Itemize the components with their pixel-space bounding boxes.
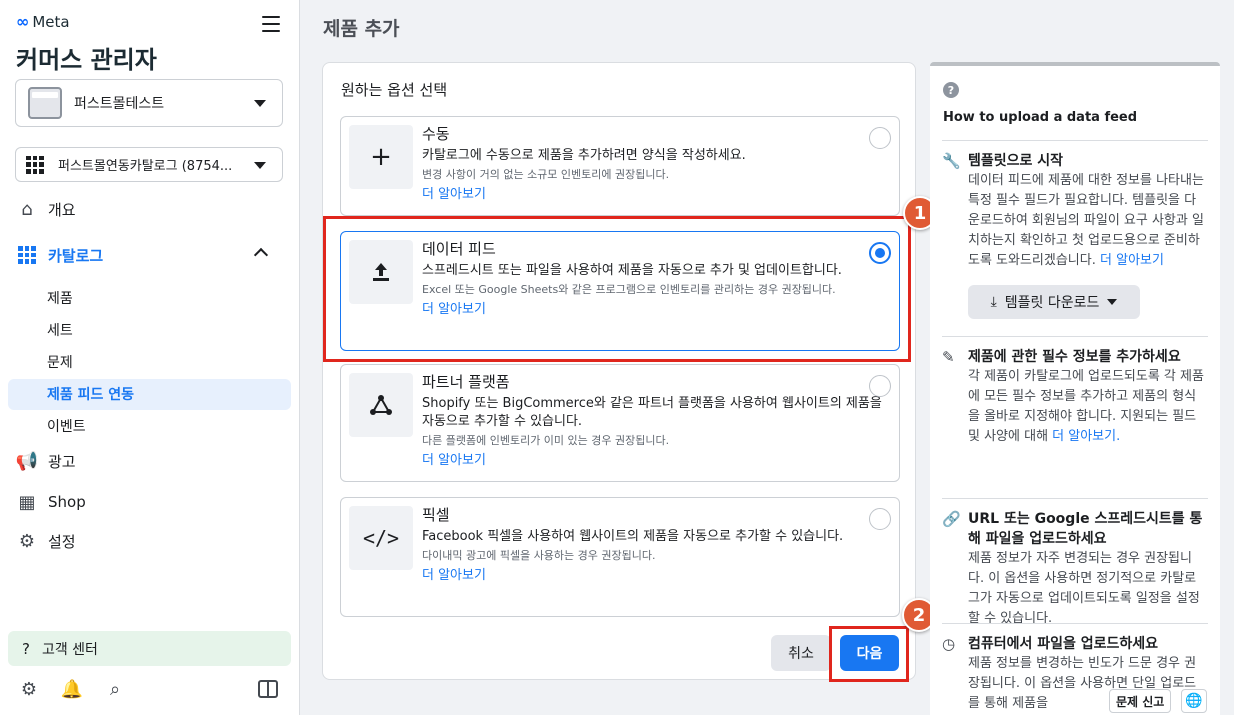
pencil-icon: ✎ [942,348,955,366]
nav-catalog[interactable]: 카탈로그 [16,244,103,266]
wrench-icon: 🔧 [942,152,961,170]
sub-item-events[interactable]: 이벤트 [47,416,86,436]
help-center-button[interactable]: ? 고객 센터 [8,631,291,666]
storefront-icon: ▦ [18,491,36,513]
option-description: Shopify 또는 BigCommerce와 같은 파트너 플랫폼을 사용하여… [422,396,882,470]
clock-icon: ◷ [942,635,956,653]
question-icon: ? [22,639,30,658]
learn-more-link[interactable]: 더 알아보기. [1052,429,1120,444]
business-selector[interactable]: 퍼스트몰테스트 [15,79,283,127]
option-pixel[interactable]: </> 픽셀 Facebook 픽셀을 사용하여 웹사이트의 제품을 자동으로 … [340,497,900,617]
help-section-required-info: ✎ 제품에 관한 필수 정보를 추가하세요 각 제품이 카탈로그에 업로드되도록… [942,336,1208,447]
learn-more-link[interactable]: 더 알아보기 [1100,253,1164,268]
option-partner-platform[interactable]: 파트너 플랫폼 Shopify 또는 BigCommerce와 같은 파트너 플… [340,364,900,482]
help-panel-title: How to upload a data feed [943,110,1138,125]
option-manual[interactable]: + 수동 카탈로그에 수동으로 제품을 추가하려면 양식을 작성하세요. 변경 … [340,116,900,216]
nav-settings[interactable]: ⚙ 설정 [16,530,76,552]
search-icon[interactable]: ⌕ [104,678,126,700]
catalog-selector[interactable]: 퍼스트몰연동카탈로그 (8754... [15,147,283,182]
template-download-button[interactable]: ⤓ 템플릿 다운로드 [968,285,1140,319]
cancel-button[interactable]: 취소 [771,635,831,671]
plus-icon: + [349,125,413,189]
sub-item-sets[interactable]: 세트 [47,320,73,340]
option-note: 다른 플랫폼에 인벤토리가 이미 있는 경우 권장됩니다. [422,434,670,447]
menu-icon[interactable] [262,16,280,32]
download-icon: ⤓ [990,294,997,310]
nav-overview[interactable]: ⌂ 개요 [16,198,75,220]
home-icon: ⌂ [21,198,33,220]
card-title: 원하는 옵션 선택 [341,81,448,99]
globe-icon[interactable]: 🌐 [1181,689,1207,713]
gear-icon: ⚙ [18,530,36,552]
option-description: 카탈로그에 수동으로 제품을 추가하려면 양식을 작성하세요. 변경 사항이 거… [422,147,882,204]
radio-pixel[interactable] [869,508,891,530]
gear-icon[interactable]: ⚙ [18,678,40,700]
sub-item-products[interactable]: 제품 [47,288,73,308]
options-card: 원하는 옵션 선택 + 수동 카탈로그에 수동으로 제품을 추가하려면 양식을 … [322,62,916,680]
radio-manual[interactable] [869,127,891,149]
nav-ads[interactable]: 📢 광고 [16,450,76,472]
learn-more-link[interactable]: 더 알아보기 [422,567,882,585]
app-title: 커머스 관리자 [16,46,157,74]
option-title: 파트너 플랫폼 [422,373,510,391]
nav-shop[interactable]: ▦ Shop [16,491,85,513]
help-panel: ? How to upload a data feed 🔧 템플릿으로 시작 데… [930,62,1220,715]
help-section-template: 🔧 템플릿으로 시작 데이터 피드에 제품에 대한 정보를 나타내는 특정 필수… [942,140,1208,319]
catalog-name: 퍼스트몰연동카탈로그 (8754... [58,159,233,174]
help-section-url-upload: 🔗 URL 또는 Google 스프레드시트를 통해 파일을 업로드하세요 제품… [942,498,1208,629]
option-title: 수동 [422,125,450,143]
page-title: 제품 추가 [323,18,400,40]
meta-logo[interactable]: ∞ Meta [16,12,70,31]
option-description: Facebook 픽셀을 사용하여 웹사이트의 제품을 자동으로 추가할 수 있… [422,528,882,585]
business-name: 퍼스트몰테스트 [74,96,165,112]
chevron-up-icon[interactable] [253,247,269,263]
option-note: 변경 사항이 거의 없는 소규모 인벤토리에 권장됩니다. [422,168,670,181]
caret-down-icon [254,100,266,107]
meta-infinity-icon: ∞ [16,12,30,31]
annotation-box-2 [829,626,909,682]
bell-icon[interactable]: 🔔 [61,678,83,700]
radio-partner-platform[interactable] [869,375,891,397]
caret-down-icon [1107,299,1118,305]
bottom-toolbar: ⚙ 🔔 ⌕ [18,678,126,700]
option-note: 다이내믹 광고에 픽셀을 사용하는 경우 권장됩니다. [422,549,656,562]
option-title: 픽셀 [422,506,450,524]
learn-more-link[interactable]: 더 알아보기 [422,452,882,470]
question-icon[interactable]: ? [943,82,959,98]
code-icon: </> [349,506,413,570]
grid-icon [26,155,44,174]
sidebar: ∞ Meta 커머스 관리자 퍼스트몰테스트 퍼스트몰연동카탈로그 (8754.… [0,0,300,715]
brand-name: Meta [32,12,70,31]
panel-toggle-icon[interactable] [258,680,278,698]
sub-item-data-sources[interactable]: 제품 피드 연동 [47,384,134,404]
report-problem-button[interactable]: 문제 신고 [1109,689,1172,713]
business-icon [28,87,62,119]
link-icon: 🔗 [942,510,961,528]
learn-more-link[interactable]: 더 알아보기 [422,186,882,204]
caret-down-icon [254,161,266,169]
megaphone-icon: 📢 [15,450,39,472]
sub-item-issues[interactable]: 문제 [47,352,73,372]
partner-icon [349,373,413,437]
grid-icon [16,244,38,266]
annotation-box-1 [323,216,911,362]
